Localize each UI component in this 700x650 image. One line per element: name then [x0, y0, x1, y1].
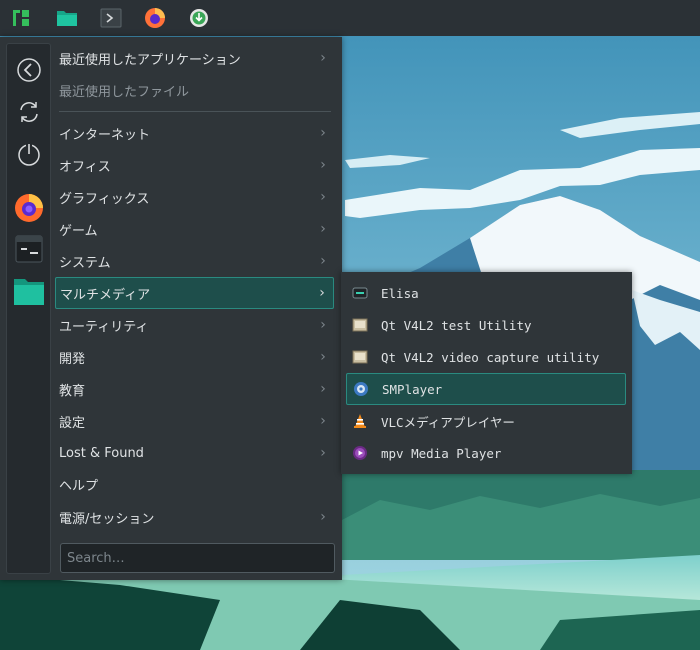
smplayer-icon	[352, 380, 370, 398]
application-menu: 最近使用したアプリケーション › 最近使用したファイル インターネット › オフ…	[0, 37, 342, 580]
menu-item-label: Lost & Found	[59, 445, 144, 461]
menu-separator	[59, 111, 331, 112]
menu-item-label: オフィス	[59, 159, 111, 175]
chevron-right-icon: ›	[319, 285, 325, 301]
vlc-icon	[351, 412, 369, 430]
submenu-item-qvidcap[interactable]: Qt V4L2 video capture utility	[346, 342, 626, 372]
chevron-right-icon: ›	[320, 253, 326, 269]
quick-actions-rail	[6, 43, 51, 574]
menu-item-label: ユーティリティ	[59, 319, 149, 335]
menu-item-recent-applications[interactable]: 最近使用したアプリケーション ›	[55, 43, 334, 73]
chevron-right-icon: ›	[320, 509, 326, 525]
menu-item-recent-files[interactable]: 最近使用したファイル	[55, 75, 334, 105]
menu-item-label: 教育	[59, 383, 86, 399]
chevron-right-icon: ›	[320, 317, 326, 333]
submenu-item-smplayer[interactable]: SMPlayer	[346, 373, 626, 405]
chevron-right-icon: ›	[320, 125, 326, 141]
menu-item-utilities[interactable]: ユーティリティ ›	[55, 310, 334, 340]
menu-item-label: ヘルプ	[59, 478, 99, 494]
mpv-icon	[351, 444, 369, 462]
submenu-item-mpv[interactable]: mpv Media Player	[346, 438, 626, 468]
elisa-icon	[351, 284, 369, 302]
menu-item-multimedia[interactable]: マルチメディア ›	[55, 277, 334, 309]
terminal-icon[interactable]	[98, 6, 124, 30]
menu-item-office[interactable]: オフィス ›	[55, 150, 334, 180]
chevron-right-icon: ›	[320, 50, 326, 66]
terminal-icon[interactable]	[12, 232, 46, 266]
menu-item-label: インターネット	[59, 127, 151, 143]
qv4l2-icon	[351, 316, 369, 334]
menu-item-education[interactable]: 教育 ›	[55, 374, 334, 404]
back-icon[interactable]	[12, 53, 46, 87]
refresh-icon[interactable]	[12, 95, 46, 129]
menu-item-settings[interactable]: 設定 ›	[55, 406, 334, 436]
menu-item-lost-and-found[interactable]: Lost & Found ›	[55, 438, 334, 468]
submenu-item-label: Qt V4L2 test Utility	[381, 317, 532, 333]
chevron-right-icon: ›	[320, 221, 326, 237]
menu-item-games[interactable]: ゲーム ›	[55, 214, 334, 244]
chevron-right-icon: ›	[320, 157, 326, 173]
menu-item-label: 電源/セッション	[59, 511, 155, 527]
top-panel	[0, 0, 700, 36]
menu-item-internet[interactable]: インターネット ›	[55, 118, 334, 148]
submenu-item-elisa[interactable]: Elisa	[346, 278, 626, 308]
multimedia-submenu: Elisa Qt V4L2 test Utility Qt V4L2 video…	[341, 272, 632, 474]
firefox-icon[interactable]	[12, 190, 46, 224]
menu-item-label: ゲーム	[59, 223, 98, 239]
menu-item-label: 開発	[59, 351, 86, 367]
submenu-item-label: VLCメディアプレイヤー	[381, 414, 515, 430]
menu-item-label: 最近使用したファイル	[59, 84, 190, 100]
chevron-right-icon: ›	[320, 413, 326, 429]
chevron-right-icon: ›	[320, 445, 326, 461]
menu-item-system[interactable]: システム ›	[55, 246, 334, 276]
menu-item-label: 最近使用したアプリケーション	[59, 52, 241, 68]
menu-item-label: 設定	[59, 415, 86, 431]
search-input[interactable]	[60, 543, 335, 573]
menu-item-development[interactable]: 開発 ›	[55, 342, 334, 372]
menu-item-power-session[interactable]: 電源/セッション ›	[55, 502, 334, 532]
file-manager-icon[interactable]	[54, 6, 80, 30]
submenu-item-label: mpv Media Player	[381, 445, 502, 461]
menu-item-label: マルチメディア	[60, 287, 151, 303]
chevron-right-icon: ›	[320, 349, 326, 365]
menu-item-label: システム	[59, 255, 111, 271]
submenu-item-label: Qt V4L2 video capture utility	[381, 349, 600, 365]
folder-icon[interactable]	[12, 274, 46, 308]
downloader-icon[interactable]	[186, 6, 212, 30]
submenu-item-label: Elisa	[381, 285, 419, 301]
menu-item-help[interactable]: ヘルプ	[55, 469, 334, 499]
submenu-item-qv4l2[interactable]: Qt V4L2 test Utility	[346, 310, 626, 340]
qvidcap-icon	[351, 348, 369, 366]
submenu-item-vlc[interactable]: VLCメディアプレイヤー	[346, 406, 626, 436]
firefox-icon[interactable]	[142, 6, 168, 30]
manjaro-logo-icon[interactable]	[8, 6, 34, 30]
chevron-right-icon: ›	[320, 189, 326, 205]
menu-item-graphics[interactable]: グラフィックス ›	[55, 182, 334, 212]
menu-item-label: グラフィックス	[59, 191, 150, 207]
submenu-item-label: SMPlayer	[382, 381, 443, 397]
chevron-right-icon: ›	[320, 381, 326, 397]
power-icon[interactable]	[12, 137, 46, 171]
